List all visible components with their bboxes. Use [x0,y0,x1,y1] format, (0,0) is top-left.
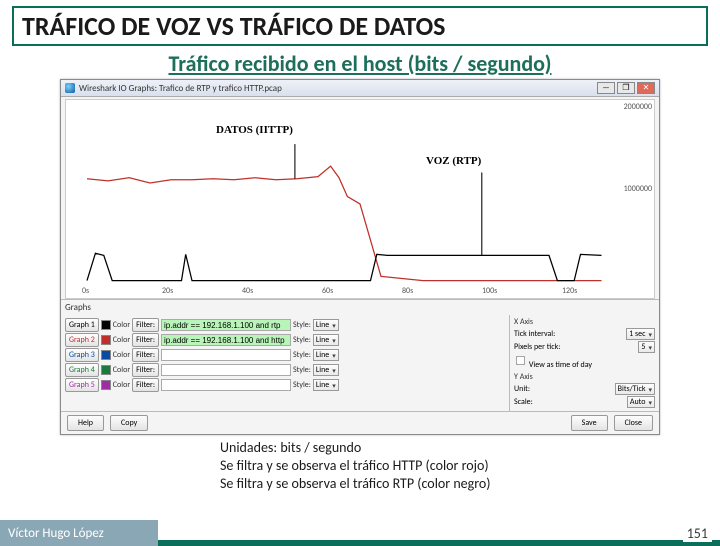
style-label: Style: [293,350,311,360]
author-badge: Víctor Hugo López [0,520,158,546]
graph5-filter-input[interactable] [161,379,291,391]
graph2-button[interactable]: Graph 2 [65,333,99,347]
window-titlebar[interactable]: Wireshark IO Graphs: Trafico de RTP y tr… [61,80,659,97]
xtick-40: 40s [242,286,253,296]
color-label: Color [113,335,130,345]
graph-row-3: Graph 3 Color Filter: Style: Line [65,348,505,362]
caption-line-1: Unidades: bits / segundo [220,439,720,457]
close-dialog-button[interactable]: Close [614,415,653,431]
scale-label: Scale: [514,397,533,407]
graph3-color-swatch[interactable] [101,350,111,360]
graph-row-4: Graph 4 Color Filter: Style: Line [65,363,505,377]
graph1-filter-button[interactable]: Filter: [132,318,159,332]
graph1-button[interactable]: Graph 1 [65,318,99,332]
graph2-filter-input[interactable] [161,334,291,346]
color-label: Color [113,350,130,360]
pixels-label: Pixels per tick: [514,342,560,352]
label-http: DATOS (IITTP) [216,124,293,136]
xtick-20: 20s [162,286,173,296]
view-time-text: View as time of day [529,360,592,370]
minimize-button[interactable]: — [597,82,615,94]
graph4-filter-button[interactable]: Filter: [132,363,159,377]
slide-title: TRÁFICO DE VOZ VS TRÁFICO DE DATOS [22,10,445,42]
ytick-2m: 2000000 [624,102,652,112]
slide-title-box: TRÁFICO DE VOZ VS TRÁFICO DE DATOS [12,6,708,46]
graph1-color-swatch[interactable] [101,320,111,330]
graph1-filter-input[interactable] [161,319,291,331]
xtick-100: 100s [482,286,497,296]
window-title: Wireshark IO Graphs: Trafico de RTP y tr… [79,83,595,94]
slide-subtitle: Tráfico recibido en el host (bits / segu… [0,50,720,77]
graphs-left: Graph 1 Color Filter: Style: Line Graph … [61,315,509,411]
style-label: Style: [293,335,311,345]
graph3-style-select[interactable]: Line [313,349,339,361]
graph2-style-select[interactable]: Line [313,334,339,346]
caption-line-3: Se filtra y se observa el tráfico RTP (c… [220,475,720,493]
ytick-1m: 1000000 [624,184,652,194]
caption: Unidades: bits / segundo Se filtra y se … [220,439,720,494]
style-label: Style: [293,320,311,330]
yaxis-title: Y Axis [514,372,655,382]
graphs-panel: Graph 1 Color Filter: Style: Line Graph … [61,315,659,411]
graph2-filter-button[interactable]: Filter: [132,333,159,347]
graph3-button[interactable]: Graph 3 [65,348,99,362]
label-rtp: VOZ (RTP) [426,155,481,167]
style-label: Style: [293,380,311,390]
dialog-buttons: Help Copy Save Close [61,411,659,434]
graph4-color-swatch[interactable] [101,365,111,375]
graph-row-2: Graph 2 Color Filter: Style: Line [65,333,505,347]
plot-svg [66,100,654,299]
graph5-style-select[interactable]: Line [313,379,339,391]
close-button[interactable]: ✕ [637,82,655,94]
maximize-button[interactable]: ❐ [617,82,635,94]
graph3-filter-button[interactable]: Filter: [132,348,159,362]
help-button[interactable]: Help [67,415,104,431]
pixels-select[interactable]: 5 [638,341,655,353]
style-label: Style: [293,365,311,375]
io-graph-plot[interactable]: DATOS (IITTP) VOZ (RTP) 2000000 1000000 … [65,99,655,299]
tick-interval-label: Tick interval: [514,329,555,339]
unit-select[interactable]: Bits/Tick [615,383,655,395]
wireshark-icon [65,83,75,93]
axis-panel: X Axis Tick interval: 1 sec Pixels per ti… [509,315,659,411]
xaxis-title: X Axis [514,317,655,327]
caption-line-2: Se filtra y se observa el tráfico HTTP (… [220,457,720,475]
copy-button[interactable]: Copy [110,415,148,431]
graph-row-1: Graph 1 Color Filter: Style: Line [65,318,505,332]
xtick-120: 120s [562,286,577,296]
page-number: 151 [683,525,712,542]
graph2-color-swatch[interactable] [101,335,111,345]
color-label: Color [113,320,130,330]
unit-label: Unit: [514,384,530,394]
color-label: Color [113,380,130,390]
scale-select[interactable]: Auto [627,396,655,408]
graph3-filter-input[interactable] [161,349,291,361]
xtick-60: 60s [322,286,333,296]
graph5-button[interactable]: Graph 5 [65,378,99,392]
color-label: Color [113,365,130,375]
graph4-filter-input[interactable] [161,364,291,376]
graph5-filter-button[interactable]: Filter: [132,378,159,392]
graph4-button[interactable]: Graph 4 [65,363,99,377]
tick-interval-select[interactable]: 1 sec [626,328,655,340]
series-http [87,166,602,280]
graph4-style-select[interactable]: Line [313,364,339,376]
graph1-style-select[interactable]: Line [313,319,339,331]
graph5-color-swatch[interactable] [101,380,111,390]
graphs-section-label: Graphs [61,299,659,315]
view-time-checkbox[interactable]: View as time of day [514,354,592,370]
series-rtp [87,253,602,280]
slide-footer: Víctor Hugo López 151 [0,520,720,546]
xtick-0: 0s [82,286,89,296]
view-time-input[interactable] [516,356,525,365]
wireshark-window: Wireshark IO Graphs: Trafico de RTP y tr… [60,79,660,435]
graph-row-5: Graph 5 Color Filter: Style: Line [65,378,505,392]
xtick-80: 80s [402,286,413,296]
save-button[interactable]: Save [571,415,608,431]
